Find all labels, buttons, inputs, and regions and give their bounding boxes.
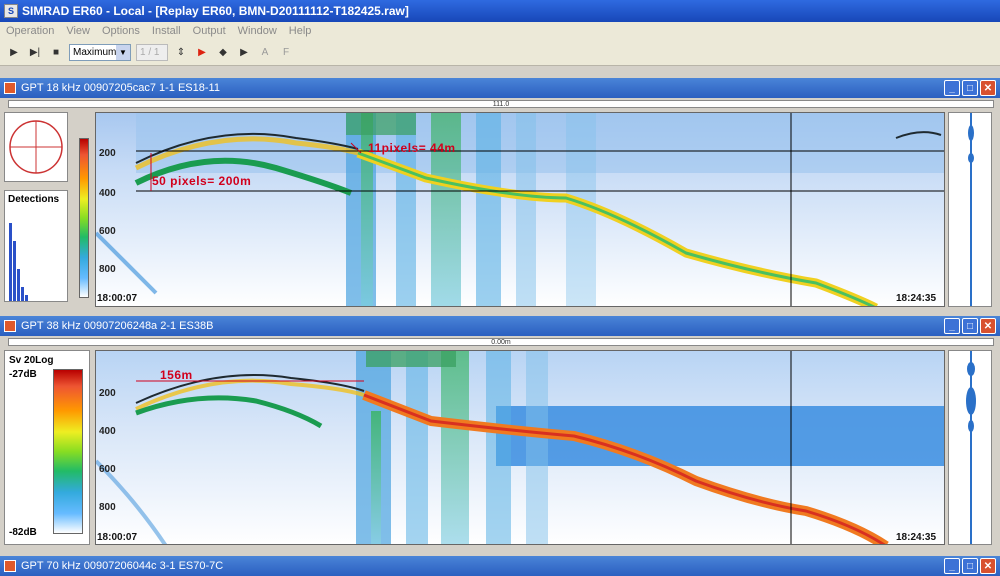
right-ping-scope [948, 350, 992, 545]
minimize-icon[interactable]: _ [944, 318, 960, 334]
echogram-38khz-image [96, 351, 944, 544]
detections-histogram [9, 223, 28, 301]
sv-legend-panel: Sv 20Log -27dB -82dB [4, 350, 90, 545]
echogram-18khz-image [96, 113, 944, 306]
annotation-11pixels: 11pixels= 44m [368, 141, 456, 155]
toolbar: ▶ ▶| ■ Maximum ▼ 1 / 1 ⇕ ▶ ◆ ▶ A F [0, 40, 1000, 66]
menu-window[interactable]: Window [238, 25, 277, 37]
echogram-38khz[interactable] [95, 350, 945, 545]
ping-trace [968, 113, 974, 306]
depth-tick: 200 [99, 388, 116, 399]
f-icon[interactable]: F [278, 45, 294, 61]
time-start: 18:00:07 [97, 532, 138, 543]
menu-operation[interactable]: Operation [6, 25, 54, 37]
menu-install[interactable]: Install [152, 25, 181, 37]
pause-icon[interactable]: ■ [48, 45, 64, 61]
minimize-icon[interactable]: _ [944, 558, 960, 574]
spin-arrows-icon[interactable]: ⇕ [173, 45, 189, 61]
menu-output[interactable]: Output [193, 25, 226, 37]
time-start: 18:00:07 [97, 293, 138, 304]
ping-trace [966, 351, 976, 544]
panel-18khz-title: GPT 18 kHz 00907205cac7 1-1 ES18-11 [21, 82, 220, 94]
minimize-icon[interactable]: _ [944, 80, 960, 96]
sv-max: -27dB [9, 369, 37, 380]
depth-tick: 800 [99, 502, 116, 513]
play-icon[interactable]: ▶ [6, 45, 22, 61]
forward-icon[interactable]: ▶ [236, 45, 252, 61]
chevron-down-icon[interactable]: ▼ [116, 45, 130, 60]
close-icon[interactable]: ✕ [980, 318, 996, 334]
ping-spinner[interactable]: 1 / 1 [136, 44, 168, 61]
window-controls: _ □ ✕ [944, 80, 996, 96]
window-controls: _ □ ✕ [944, 558, 996, 574]
sv-min: -82dB [9, 527, 37, 538]
detections-panel: Detections [4, 190, 68, 302]
panel-70khz-title: GPT 70 kHz 00907206044c 3-1 ES70-7C [21, 560, 224, 572]
mode-select-value: Maximum [73, 47, 117, 58]
sv-color-scale [53, 369, 83, 534]
panel-18khz-title-bar[interactable]: GPT 18 kHz 00907205cac7 1-1 ES18-11 _ □ … [0, 78, 1000, 98]
ruler-label: 0.00m [491, 338, 511, 346]
depth-tick: 800 [99, 264, 116, 275]
split-beam-scope [4, 112, 68, 182]
window-title-bar[interactable]: S SIMRAD ER60 - Local - [Replay ER60, BM… [0, 0, 1000, 22]
close-icon[interactable]: ✕ [980, 80, 996, 96]
maximize-icon[interactable]: □ [962, 318, 978, 334]
right-ping-scope [948, 112, 992, 307]
a-icon[interactable]: A [257, 45, 273, 61]
simrad-icon: S [4, 4, 18, 18]
step-icon[interactable]: ▶| [27, 45, 43, 61]
mode-select[interactable]: Maximum ▼ [69, 44, 131, 61]
range-ruler: 0.00m [8, 338, 994, 346]
menu-help[interactable]: Help [289, 25, 312, 37]
ruler-label: 111.0 [492, 100, 510, 108]
close-icon[interactable]: ✕ [980, 558, 996, 574]
maximize-icon[interactable]: □ [962, 80, 978, 96]
depth-tick: 200 [99, 148, 116, 159]
ping-spinner-value: 1 / 1 [140, 47, 160, 58]
depth-tick: 600 [99, 464, 116, 475]
range-ruler: 111.0 [8, 100, 994, 108]
window-icon [4, 82, 16, 94]
panel-38khz: 0.00m Sv 20Log -27dB -82dB 200 400 600 8… [0, 336, 1000, 550]
depth-tick: 400 [99, 426, 116, 437]
maximize-icon[interactable]: □ [962, 558, 978, 574]
detections-label: Detections [8, 194, 60, 205]
annotation-50pixels: 50 pixels= 200m [152, 174, 252, 188]
record-icon[interactable]: ▶ [194, 45, 210, 61]
depth-tick: 400 [99, 188, 116, 199]
window-controls: _ □ ✕ [944, 318, 996, 334]
color-scale-bar [79, 138, 89, 298]
menu-bar: Operation View Options Install Output Wi… [0, 22, 1000, 40]
menu-options[interactable]: Options [102, 25, 140, 37]
panel-38khz-title: GPT 38 kHz 00907206248a 2-1 ES38B [21, 320, 214, 332]
annotation-156m: 156m [160, 368, 193, 382]
echogram-18khz[interactable] [95, 112, 945, 307]
panel-18khz: 111.0 Detections 200 400 600 800 18:00:0… [0, 98, 1000, 312]
window-title: SIMRAD ER60 - Local - [Replay ER60, BMN-… [22, 4, 409, 18]
time-end: 18:24:35 [896, 532, 937, 543]
window-icon [4, 560, 16, 572]
panel-38khz-title-bar[interactable]: GPT 38 kHz 00907206248a 2-1 ES38B _ □ ✕ [0, 316, 1000, 336]
scope-circle-icon [9, 120, 63, 174]
depth-tick: 600 [99, 226, 116, 237]
sv-title: Sv 20Log [9, 355, 54, 366]
panel-70khz-title-bar[interactable]: GPT 70 kHz 00907206044c 3-1 ES70-7C _ □ … [0, 556, 1000, 576]
time-end: 18:24:35 [896, 293, 937, 304]
menu-view[interactable]: View [66, 25, 90, 37]
rewind-icon[interactable]: ◆ [215, 45, 231, 61]
window-icon [4, 320, 16, 332]
